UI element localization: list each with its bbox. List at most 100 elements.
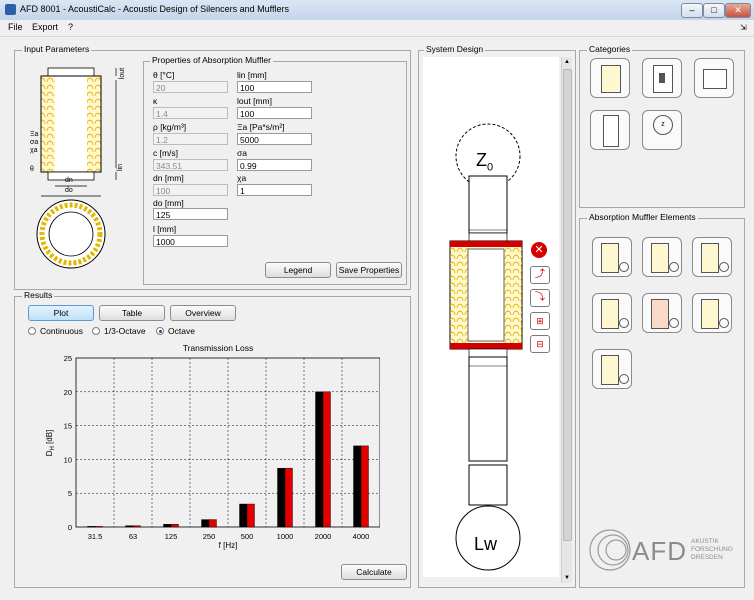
element-3-icon[interactable] [692,237,732,277]
maximize-button[interactable]: □ [703,3,725,18]
x-axis-label: f [Hz] [219,541,238,550]
afd-logo-sub3: DRESDEN [691,554,723,561]
afd-logo-text: AFD [632,536,687,566]
window-title: AFD 8001 - AcoustiCalc - Acoustic Design… [20,4,289,14]
x-tick-label: 250 [203,532,216,541]
element-2-icon[interactable] [642,237,682,277]
lout-field[interactable]: 100 [237,107,312,119]
kappa-field: 1.4 [153,107,228,119]
category-chamber-icon[interactable] [694,58,734,98]
chi-a-label: χa [30,147,38,154]
sigma-a-label: σa [30,139,39,146]
c-field: 343.51 [153,159,228,171]
bar-red [132,525,141,528]
chart-title: Transmission Loss [183,343,254,353]
l-field-label: l [mm] [153,224,177,234]
tab-overview[interactable]: Overview [170,305,236,321]
element-4-icon[interactable] [592,293,632,333]
bar-black [125,525,134,528]
bar-black [315,391,324,528]
theta-field-label: θ [°C] [153,70,175,80]
z0-subscript: 0 [487,161,494,174]
theta-field: 20 [153,81,228,93]
bar-red [94,526,103,528]
properties-title: Properties of Absorption Muffler [150,55,273,65]
category-termination-icon[interactable]: z [642,110,682,150]
bar-red [322,391,331,528]
menu-bar: File Export ? ⇲ [0,20,754,37]
input-parameters-title: Input Parameters [22,44,92,54]
y-tick-label: 0 [68,523,72,532]
menu-help[interactable]: ? [68,22,73,32]
close-circle-icon[interactable]: ✕ [531,242,547,258]
dn-field-label: dn [mm] [153,173,184,183]
afd-logo-sub1: AKUSTIK [691,538,719,545]
octave-radio[interactable] [156,327,164,335]
bar-red [360,445,369,528]
continuous-label: Continuous [40,326,84,336]
element-6-icon[interactable] [692,293,732,333]
scroll-up-icon[interactable]: ▲ [562,57,572,67]
system-design-scrollbar[interactable]: ▲ ▼ [561,57,572,583]
scroll-down-icon[interactable]: ▼ [562,573,572,583]
l-field[interactable]: 1000 [153,235,228,247]
third-octave-label: 1/3-Octave [104,326,146,336]
sigma-a-field[interactable]: 0.99 [237,159,312,171]
c-field-label: c [m/s] [153,148,179,158]
y-axis-label: DH [dB] [45,430,56,457]
y-tick-label: 25 [64,354,72,363]
minimize-button[interactable]: – [681,3,703,18]
do-field[interactable]: 125 [153,208,228,220]
element-5-icon[interactable] [642,293,682,333]
lin-field[interactable]: 100 [237,81,312,93]
bar-red [284,467,293,528]
bar-black [353,445,362,528]
element-7-icon[interactable] [592,349,632,389]
move-down-icon[interactable]: ⤵ [530,289,550,307]
x-tick-label: 2000 [315,532,332,541]
category-duct-icon[interactable] [590,110,630,150]
bar-black [239,503,248,528]
insert-below-icon[interactable]: ⊟ [530,335,550,353]
lout-field-label: lout [mm] [237,96,272,106]
save-properties-button[interactable]: Save Properties [336,262,402,278]
category-resonator-icon[interactable] [642,58,682,98]
element-1-icon[interactable] [592,237,632,277]
continuous-radio[interactable] [28,327,36,335]
menu-file[interactable]: File [8,22,23,32]
move-up-icon[interactable]: ⤴ [530,266,550,284]
title-bar: AFD 8001 - AcoustiCalc - Acoustic Design… [0,0,754,21]
tab-table[interactable]: Table [99,305,165,321]
y-tick-label: 20 [64,388,72,397]
y-axis-unit: [dB] [45,430,54,446]
octave-label: Octave [168,326,195,336]
afd-logo-icon [589,529,631,571]
menu-overflow-icon[interactable]: ⇲ [740,23,747,32]
transmission-loss-chart: Transmission Loss 0 5 10 15 20 25 31.5 63 125 25… [45,343,380,550]
bar-black [87,526,96,528]
do-label: do [65,187,73,194]
bar-black [163,524,172,528]
bar-black [201,519,210,528]
chi-a-field[interactable]: 1 [237,184,312,196]
rho-field-label: ρ [kg/m³] [153,122,187,132]
insert-above-icon[interactable]: ⊞ [530,312,550,330]
theta-label: θ [30,166,34,173]
third-octave-radio[interactable] [92,327,100,335]
dn-label: dn [65,177,73,184]
x-tick-label: 4000 [353,532,370,541]
xi-a-field[interactable]: 5000 [237,133,312,145]
bar-red [208,519,217,528]
menu-export[interactable]: Export [32,22,58,32]
x-tick-label: 500 [241,532,254,541]
category-absorption-icon[interactable] [590,58,630,98]
tab-plot[interactable]: Plot [28,305,94,321]
app-icon [5,4,16,15]
close-button[interactable]: ✕ [725,3,751,18]
bar-red [246,503,255,528]
scrollbar-thumb[interactable] [563,69,572,541]
z0-label: Z0 [476,150,493,174]
sigma-a-field-label: σa [237,148,247,158]
legend-button[interactable]: Legend [265,262,331,278]
calculate-button[interactable]: Calculate [341,564,407,580]
